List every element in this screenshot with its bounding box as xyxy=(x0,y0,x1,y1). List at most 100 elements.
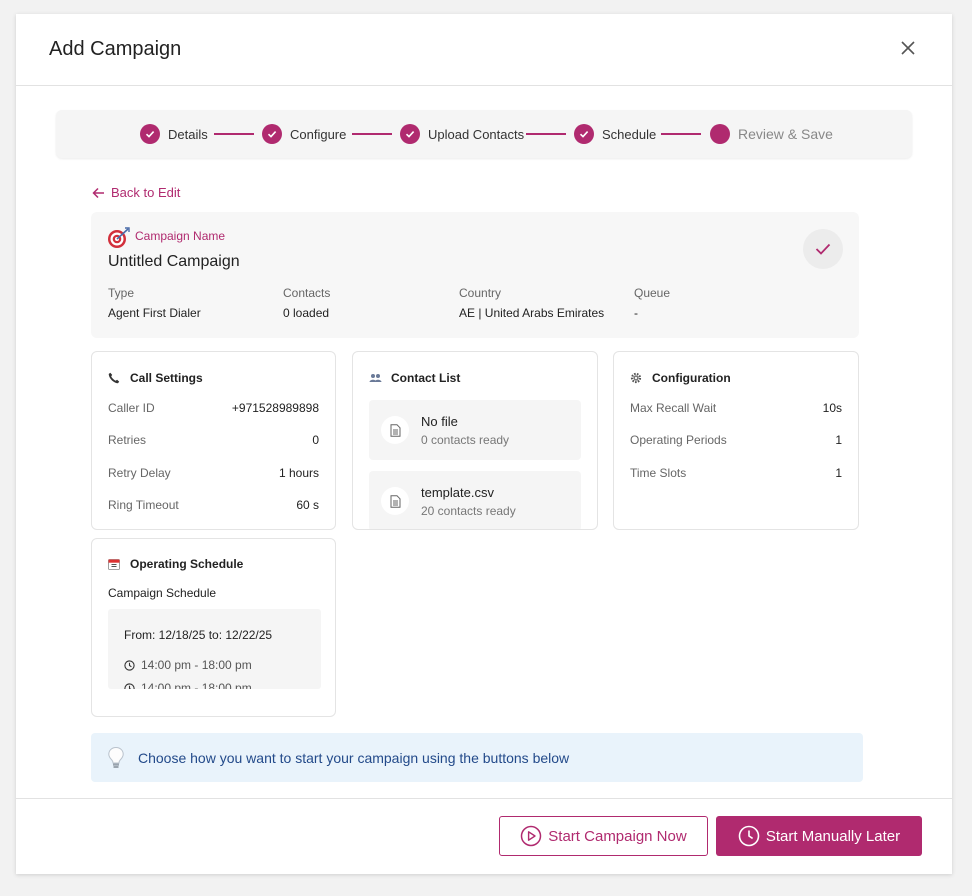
meta-value: 0 loaded xyxy=(283,306,330,320)
row-key: Retries xyxy=(108,433,147,447)
meta-key: Country xyxy=(459,286,502,300)
file-item[interactable]: No file 0 contacts ready xyxy=(369,400,581,460)
time-slot-label: 14:00 pm - 18:00 pm xyxy=(141,658,252,672)
row-value: 0 xyxy=(312,433,319,447)
modal-title: Add Campaign xyxy=(49,38,182,60)
file-item[interactable]: template.csv 20 contacts ready xyxy=(369,471,581,529)
step-configure[interactable]: Configure xyxy=(262,124,346,144)
check-icon xyxy=(262,124,282,144)
config-row-max-recall-wait: Max Recall Wait 10s xyxy=(630,401,842,415)
lightbulb-icon xyxy=(107,746,125,775)
step-upload-contacts[interactable]: Upload Contacts xyxy=(400,124,524,144)
step-label: Review & Save xyxy=(738,126,833,142)
config-row-operating-periods: Operating Periods 1 xyxy=(630,433,842,447)
tip-text: Choose how you want to start your campai… xyxy=(138,750,570,766)
stepper: Details Configure Upload Contacts Schedu… xyxy=(56,110,912,158)
meta-contacts: Contacts 0 loaded xyxy=(283,286,330,320)
row-key: Time Slots xyxy=(630,466,687,480)
card-title-label: Operating Schedule xyxy=(130,557,244,571)
step-label: Schedule xyxy=(602,126,657,142)
configuration-card: Configuration Max Recall Wait 10s Operati… xyxy=(613,351,859,530)
schedule-period: From: 12/18/25 to: 12/22/25 14:00 pm - 1… xyxy=(108,609,321,689)
step-connector xyxy=(214,133,254,135)
gear-icon xyxy=(630,372,644,384)
close-icon[interactable] xyxy=(900,40,916,56)
start-campaign-now-button[interactable]: Start Campaign Now xyxy=(499,816,708,856)
target-icon xyxy=(107,226,131,255)
row-value: 60 s xyxy=(296,498,319,512)
row-key: Caller ID xyxy=(108,401,155,415)
check-icon xyxy=(400,124,420,144)
row-key: Max Recall Wait xyxy=(630,401,717,415)
meta-value: - xyxy=(634,306,638,320)
meta-country: Country AE | United Arabs Emirates xyxy=(459,286,604,320)
setting-row-retry-delay: Retry Delay 1 hours xyxy=(108,466,319,480)
button-label: Start Campaign Now xyxy=(548,827,687,845)
tip-banner: Choose how you want to start your campai… xyxy=(91,733,863,782)
card-title: Operating Schedule xyxy=(108,557,243,571)
config-row-time-slots: Time Slots 1 xyxy=(630,466,842,480)
time-slot: 14:00 pm - 18:00 pm xyxy=(124,681,252,689)
card-title-label: Contact List xyxy=(391,371,461,385)
operating-schedule-card: Operating Schedule Campaign Schedule Fro… xyxy=(91,538,336,717)
phone-icon xyxy=(108,372,122,384)
contact-list-card: Contact List No file 0 contacts ready te… xyxy=(352,351,598,530)
call-settings-card: Call Settings Caller ID +971528989898 Ret… xyxy=(91,351,336,530)
step-label: Upload Contacts xyxy=(428,126,525,142)
meta-key: Type xyxy=(108,286,135,300)
row-key: Retry Delay xyxy=(108,466,171,480)
check-icon xyxy=(803,229,843,269)
step-label: Configure xyxy=(290,126,347,142)
clock-icon xyxy=(124,682,135,689)
step-connector xyxy=(352,133,392,135)
campaign-summary: Campaign Name Untitled Campaign Type Age… xyxy=(91,212,859,338)
card-title: Call Settings xyxy=(108,371,203,385)
step-connector xyxy=(526,133,566,135)
setting-row-caller-id: Caller ID +971528989898 xyxy=(108,401,319,415)
add-campaign-modal: Add Campaign Details Configure Upload Co… xyxy=(16,14,952,874)
row-value: 10s xyxy=(822,401,842,415)
setting-row-ring-timeout: Ring Timeout 60 s xyxy=(108,498,319,512)
check-icon xyxy=(574,124,594,144)
time-slot-label: 14:00 pm - 18:00 pm xyxy=(141,681,252,689)
back-link-label: Back to Edit xyxy=(111,185,181,200)
campaign-name: Untitled Campaign xyxy=(108,253,240,270)
modal-header: Add Campaign xyxy=(16,14,952,86)
users-icon xyxy=(369,373,383,383)
schedule-date-range: From: 12/18/25 to: 12/22/25 xyxy=(124,628,273,642)
file-count: 20 contacts ready xyxy=(421,504,516,518)
schedule-subtitle: Campaign Schedule xyxy=(108,586,217,600)
meta-type: Type Agent First Dialer xyxy=(108,286,201,320)
current-step-dot xyxy=(710,124,730,144)
meta-key: Queue xyxy=(634,286,671,300)
back-to-edit-link[interactable]: Back to Edit xyxy=(92,185,180,200)
row-value: 1 xyxy=(835,466,842,480)
step-review-save[interactable]: Review & Save xyxy=(710,124,833,144)
file-count: 0 contacts ready xyxy=(421,433,510,447)
calendar-icon xyxy=(108,558,122,570)
meta-value: AE | United Arabs Emirates xyxy=(459,306,605,320)
row-value: 1 hours xyxy=(278,466,319,480)
modal-footer: Start Campaign Now Start Manually Later xyxy=(16,798,952,874)
meta-queue: Queue - xyxy=(634,286,670,320)
step-schedule[interactable]: Schedule xyxy=(574,124,656,144)
campaign-name-label: Campaign Name xyxy=(135,229,226,243)
card-title: Contact List xyxy=(369,371,460,385)
row-value: 1 xyxy=(835,433,842,447)
row-key: Ring Timeout xyxy=(108,498,179,512)
step-connector xyxy=(661,133,701,135)
clock-icon xyxy=(124,659,135,671)
card-title-label: Call Settings xyxy=(130,371,203,385)
meta-value: Agent First Dialer xyxy=(108,306,201,320)
file-name: template.csv xyxy=(421,485,494,500)
file-name: No file xyxy=(421,414,458,429)
row-key: Operating Periods xyxy=(630,433,727,447)
card-title-label: Configuration xyxy=(652,371,731,385)
start-manually-later-button[interactable]: Start Manually Later xyxy=(716,816,922,856)
time-slot: 14:00 pm - 18:00 pm xyxy=(124,658,252,672)
step-details[interactable]: Details xyxy=(140,124,208,144)
clock-icon xyxy=(738,825,760,847)
button-label: Start Manually Later xyxy=(765,827,901,845)
meta-key: Contacts xyxy=(283,286,331,300)
setting-row-retries: Retries 0 xyxy=(108,433,319,447)
